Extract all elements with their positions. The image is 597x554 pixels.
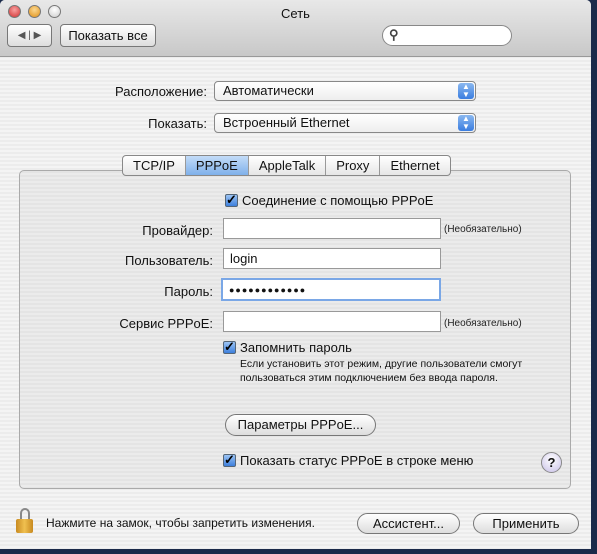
provider-label: Провайдер:	[142, 223, 213, 238]
tab-ethernet[interactable]: Ethernet	[380, 156, 449, 175]
search-input[interactable]: ⚲	[382, 25, 512, 46]
remember-password-checkbox[interactable]: ✓	[223, 340, 236, 354]
show-select[interactable]: Встроенный Ethernet ▲ ▼	[214, 113, 476, 133]
location-label: Расположение:	[115, 84, 207, 99]
back-icon[interactable]: ◀	[18, 30, 26, 41]
tab-bar: TCP/IP PPPoE AppleTalk Proxy Ethernet	[122, 155, 451, 176]
remember-password-label: Запомнить пароль	[240, 340, 352, 355]
service-label: Сервис PPPoE:	[119, 316, 213, 331]
tab-pppoe[interactable]: PPPoE	[185, 156, 249, 175]
location-value: Автоматически	[223, 83, 314, 98]
pppoe-connect-label: Соединение с помощью PPPoE	[242, 193, 434, 208]
show-all-button[interactable]: Показать все	[60, 24, 156, 47]
help-button[interactable]: ?	[541, 452, 562, 473]
forward-icon[interactable]: ▶	[34, 30, 42, 41]
provider-input[interactable]	[223, 218, 441, 239]
pppoe-connect-checkbox[interactable]: ✓	[225, 193, 238, 207]
show-status-checkbox[interactable]: ✓	[223, 453, 236, 467]
tab-proxy[interactable]: Proxy	[326, 156, 381, 175]
service-input[interactable]	[223, 311, 441, 332]
pppoe-options-button[interactable]: Параметры PPPoE...	[225, 414, 376, 436]
service-optional-hint: (Необязательно)	[444, 318, 522, 329]
tab-tcpip[interactable]: TCP/IP	[123, 156, 186, 175]
network-preferences-window: Сеть ◀ | ▶ Показать все ⚲ Расположение: …	[0, 0, 591, 549]
apply-button[interactable]: Применить	[473, 513, 579, 534]
user-input[interactable]: login	[223, 248, 441, 269]
tab-appletalk[interactable]: AppleTalk	[249, 156, 327, 175]
back-forward-control[interactable]: ◀ | ▶	[7, 24, 52, 47]
remember-password-note: Если установить этот режим, другие польз…	[240, 358, 523, 384]
search-icon: ⚲	[389, 27, 399, 42]
titlebar: Сеть ◀ | ▶ Показать все ⚲	[0, 0, 591, 57]
updown-arrow-icon: ▲ ▼	[458, 115, 474, 131]
password-label: Пароль:	[164, 284, 213, 299]
provider-optional-hint: (Необязательно)	[444, 224, 522, 235]
show-label: Показать:	[148, 116, 207, 131]
show-value: Встроенный Ethernet	[223, 115, 350, 130]
location-select[interactable]: Автоматически ▲ ▼	[214, 81, 476, 101]
user-label: Пользователь:	[125, 253, 213, 268]
lock-icon[interactable]	[16, 508, 33, 533]
show-status-label: Показать статус PPPoE в строке меню	[240, 453, 474, 468]
window-title: Сеть	[281, 6, 310, 21]
password-input[interactable]: ●●●●●●●●●●●●	[221, 278, 441, 301]
updown-arrow-icon: ▲ ▼	[458, 83, 474, 99]
lock-text: Нажмите на замок, чтобы запретить измене…	[46, 516, 315, 530]
assistant-button[interactable]: Ассистент...	[357, 513, 460, 534]
